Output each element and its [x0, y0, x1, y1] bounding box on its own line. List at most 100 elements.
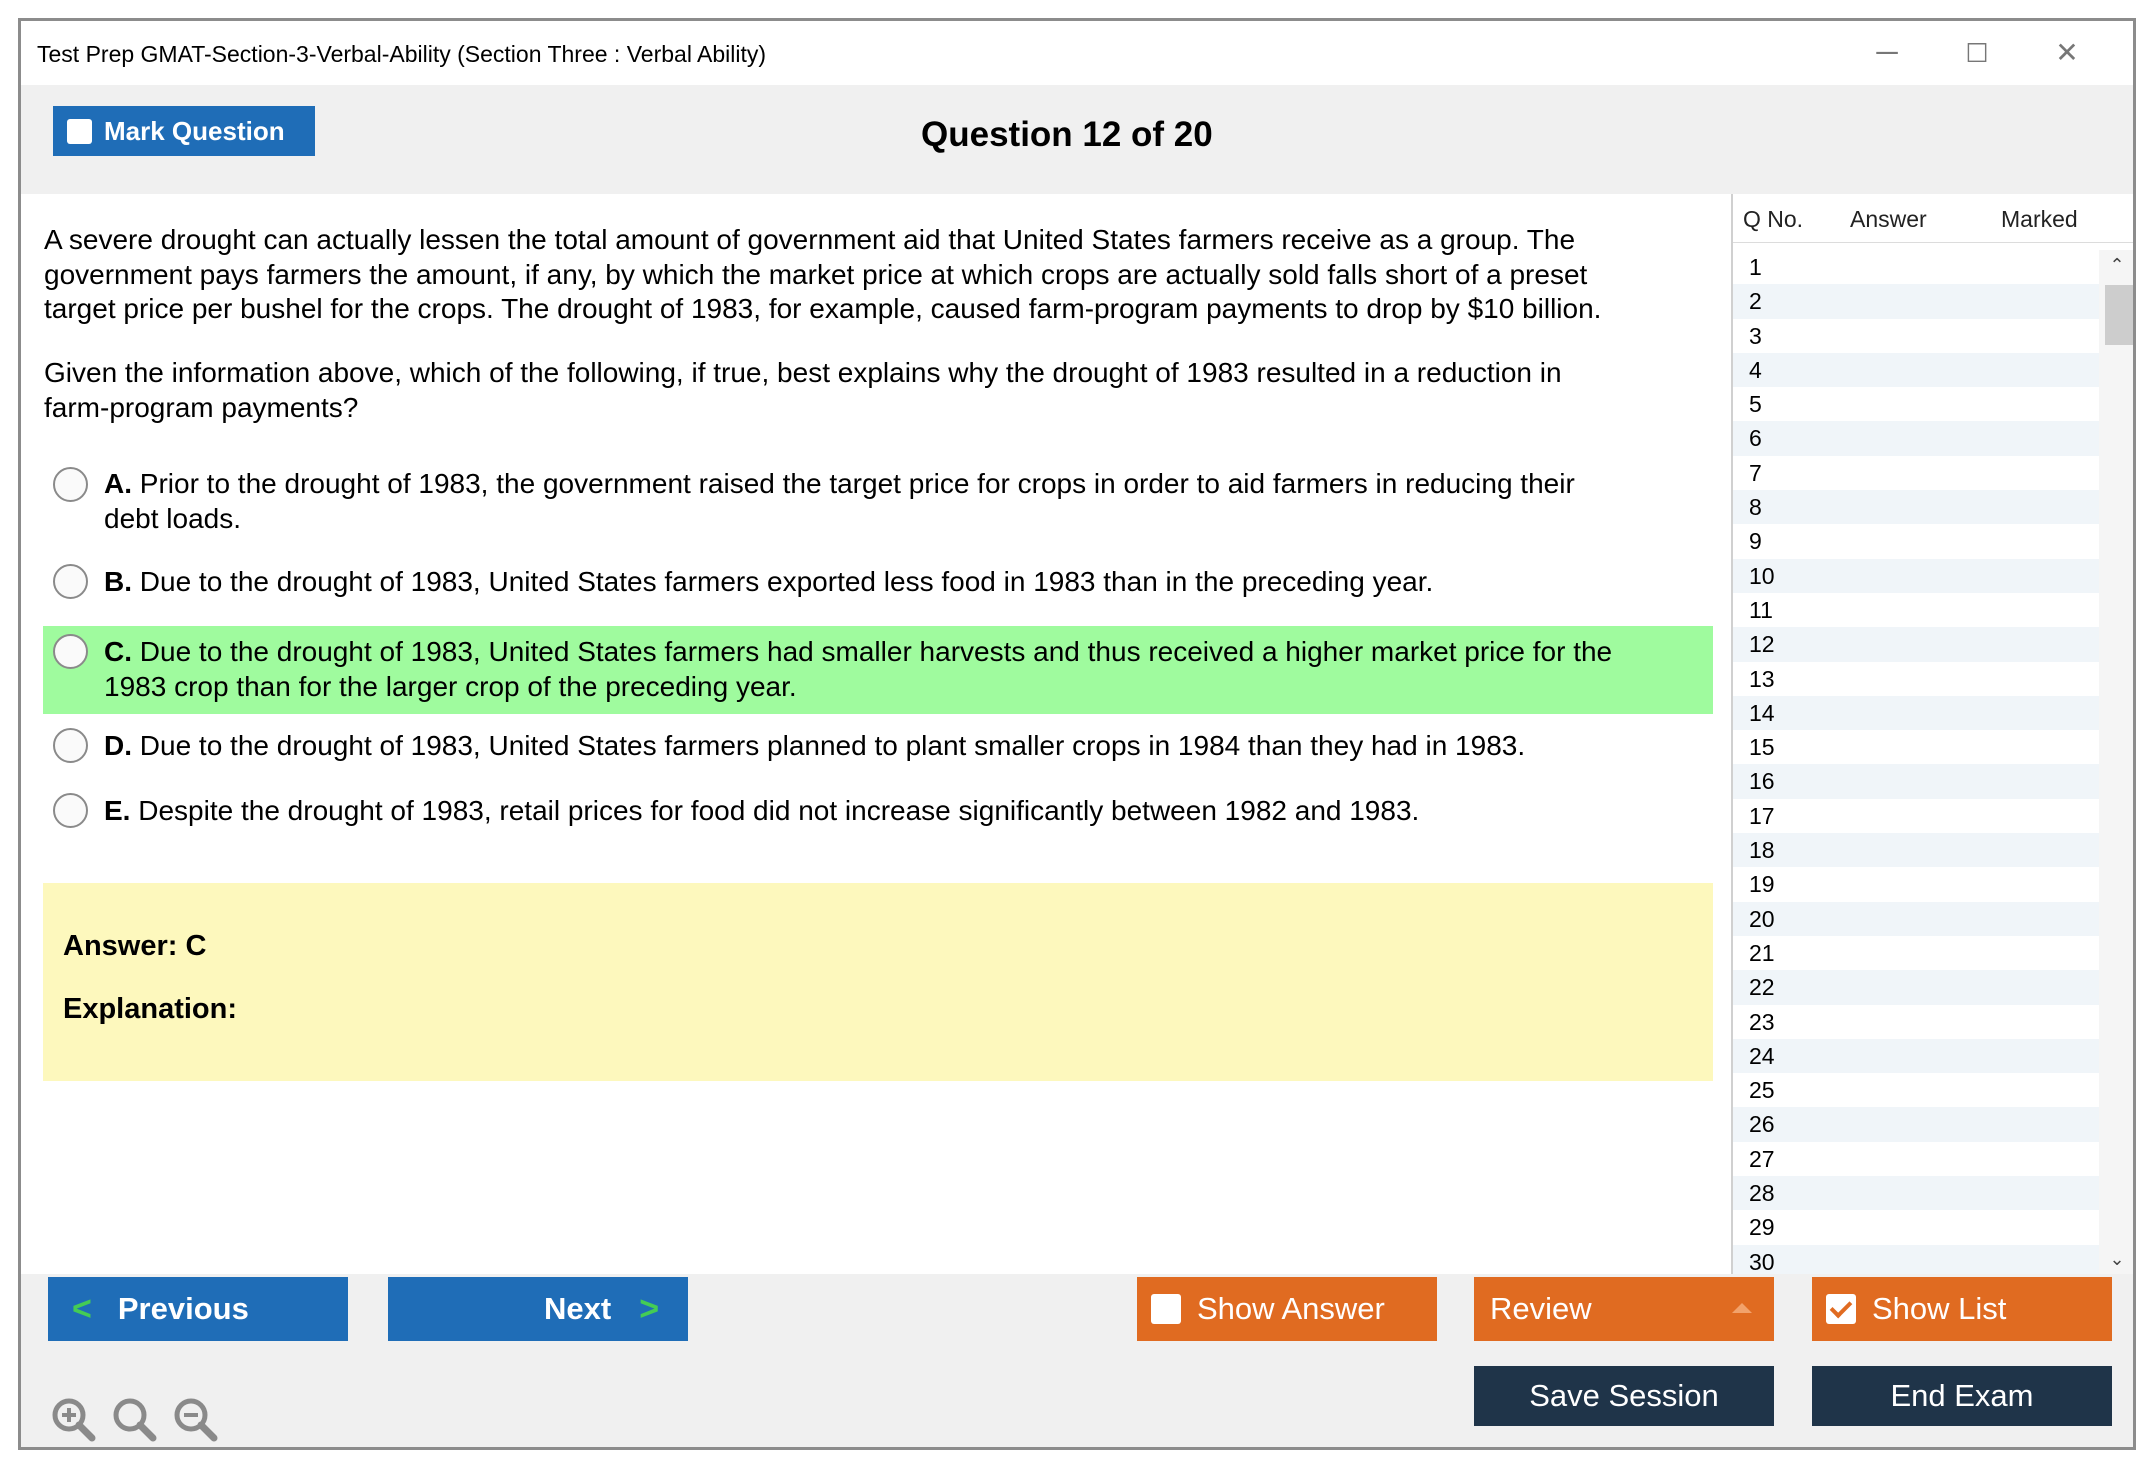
zoom-in-icon[interactable] — [50, 1396, 96, 1442]
previous-button[interactable]: < Previous — [48, 1277, 348, 1341]
question-list-row[interactable]: 16 — [1733, 764, 2099, 799]
zoom-out-icon[interactable] — [172, 1396, 218, 1442]
question-list-row[interactable]: 21 — [1733, 936, 2099, 970]
mark-question-button[interactable]: Mark Question — [53, 106, 315, 156]
show-list-button[interactable]: Show List — [1812, 1277, 2112, 1341]
question-pane: A severe drought can actually lessen the… — [21, 194, 1731, 1274]
choice-text: D. Due to the drought of 1983, United St… — [104, 729, 1703, 764]
question-list-row[interactable]: 28 — [1733, 1176, 2099, 1211]
explanation-label: Explanation: — [63, 993, 238, 1025]
question-list-row[interactable]: 13 — [1733, 662, 2099, 696]
stimulus-line: government pays farmers the amount, if a… — [44, 258, 1588, 290]
question-list-scrollbar[interactable]: ⌃ ⌄ — [2099, 250, 2133, 1274]
question-list-row[interactable]: 17 — [1733, 799, 2099, 833]
mark-question-label: Mark Question — [104, 115, 285, 146]
question-list-row[interactable]: 22 — [1733, 970, 2099, 1005]
choice-line: Due to the drought of 1983, United State… — [139, 730, 1526, 761]
qno-column-header[interactable]: Q No. — [1743, 206, 1803, 233]
prompt-line: Given the information above, which of th… — [44, 357, 1562, 388]
question-list-row[interactable]: 1 — [1733, 250, 2099, 284]
marked-column-header[interactable]: Marked — [2001, 206, 2078, 233]
question-counter: Question 12 of 20 — [921, 115, 1213, 154]
choice-line: debt loads. — [104, 502, 241, 534]
question-list-row[interactable]: 18 — [1733, 833, 2099, 868]
show-answer-button[interactable]: Show Answer — [1137, 1277, 1437, 1341]
choice-d[interactable]: D. Due to the drought of 1983, United St… — [43, 728, 1713, 765]
question-list-row[interactable]: 7 — [1733, 456, 2099, 490]
choice-b[interactable]: B. Due to the drought of 1983, United St… — [43, 564, 1713, 601]
stimulus-line: target price per bushel for the crops. T… — [44, 293, 1602, 324]
question-list-row[interactable]: 2 — [1733, 284, 2099, 319]
choice-e[interactable]: E. Despite the drought of 1983, retail p… — [43, 793, 1713, 830]
question-list-row[interactable]: 4 — [1733, 352, 2099, 388]
question-list-header: Q No. Answer Marked — [1733, 194, 2133, 243]
question-list-row[interactable]: 24 — [1733, 1038, 2099, 1074]
question-stimulus: A severe drought can actually lessen the… — [44, 223, 1724, 327]
choice-line: Despite the drought of 1983, retail pric… — [138, 795, 1420, 826]
question-list-row[interactable]: 19 — [1733, 867, 2099, 901]
answer-column-header[interactable]: Answer — [1850, 206, 1927, 233]
choice-text: A. Prior to the drought of 1983, the gov… — [104, 467, 1703, 536]
question-list-row[interactable]: 12 — [1733, 627, 2099, 662]
maximize-icon[interactable]: ☐ — [1957, 35, 1997, 71]
radio-button[interactable] — [53, 467, 88, 502]
review-button[interactable]: Review — [1474, 1277, 1774, 1341]
minimize-icon[interactable]: ─ — [1867, 35, 1907, 71]
choice-letter: A. — [104, 468, 132, 499]
question-header: Mark Question Question 12 of 20 — [21, 85, 2133, 194]
radio-button[interactable] — [53, 728, 88, 763]
choice-letter: B. — [104, 566, 132, 597]
question-list-row[interactable]: 5 — [1733, 387, 2099, 421]
question-list-row[interactable]: 30 — [1733, 1244, 2099, 1274]
choice-a[interactable]: A. Prior to the drought of 1983, the gov… — [43, 467, 1713, 537]
choice-c[interactable]: C. Due to the drought of 1983, United St… — [43, 626, 1713, 714]
question-list-row[interactable]: 29 — [1733, 1210, 2099, 1244]
show-list-label: Show List — [1872, 1291, 2007, 1326]
question-list-row[interactable]: 9 — [1733, 524, 2099, 558]
caret-up-icon — [1732, 1303, 1752, 1313]
question-list-row[interactable]: 8 — [1733, 490, 2099, 525]
chevron-right-icon: > — [639, 1289, 660, 1328]
answer-label: Answer: C — [63, 930, 207, 962]
previous-label: Previous — [117, 1291, 249, 1326]
prompt-line: farm-program payments? — [44, 391, 359, 423]
end-exam-label: End Exam — [1890, 1378, 2034, 1413]
end-exam-button[interactable]: End Exam — [1812, 1366, 2112, 1426]
chevron-left-icon: < — [72, 1289, 92, 1328]
checkbox-checked-icon — [1826, 1294, 1856, 1324]
radio-button[interactable] — [53, 634, 88, 669]
next-button[interactable]: Next > — [388, 1277, 688, 1341]
answer-panel: Answer: C Explanation: — [43, 883, 1713, 1081]
question-list-row[interactable]: 27 — [1733, 1142, 2099, 1176]
question-list-row[interactable]: 10 — [1733, 558, 2099, 593]
zoom-reset-icon[interactable] — [111, 1396, 157, 1442]
radio-button[interactable] — [53, 793, 88, 828]
choice-text: E. Despite the drought of 1983, retail p… — [104, 794, 1703, 829]
choice-text: C. Due to the drought of 1983, United St… — [104, 635, 1703, 704]
window-title: Test Prep GMAT-Section-3-Verbal-Ability … — [37, 41, 767, 67]
choice-letter: D. — [104, 730, 132, 761]
question-list-row[interactable]: 3 — [1733, 319, 2099, 353]
question-list-row[interactable]: 15 — [1733, 730, 2099, 764]
question-list-row[interactable]: 23 — [1733, 1005, 2099, 1039]
show-answer-label: Show Answer — [1197, 1291, 1385, 1326]
scroll-thumb[interactable] — [2105, 285, 2133, 345]
choice-line: Due to the drought of 1983, United State… — [139, 566, 1434, 597]
scroll-up-icon[interactable]: ⌃ — [2099, 250, 2133, 280]
choice-line: Due to the drought of 1983, United State… — [139, 636, 1613, 667]
checkbox-icon — [1151, 1294, 1181, 1324]
checkbox-icon — [67, 118, 92, 144]
question-list-row[interactable]: 25 — [1733, 1073, 2099, 1107]
exam-window: Test Prep GMAT-Section-3-Verbal-Ability … — [18, 18, 2136, 1450]
choice-line: 1983 crop than for the larger crop of th… — [104, 670, 797, 702]
question-list-row[interactable]: 11 — [1733, 593, 2099, 627]
question-list-row[interactable]: 6 — [1733, 421, 2099, 456]
question-list-row[interactable]: 14 — [1733, 695, 2099, 731]
question-list-row[interactable]: 26 — [1733, 1107, 2099, 1142]
save-session-button[interactable]: Save Session — [1474, 1366, 1774, 1426]
scroll-down-icon[interactable]: ⌄ — [2099, 1244, 2133, 1274]
question-list-row[interactable]: 20 — [1733, 901, 2099, 936]
save-session-label: Save Session — [1529, 1378, 1719, 1413]
radio-button[interactable] — [53, 564, 88, 599]
close-icon[interactable]: ✕ — [2047, 35, 2087, 71]
